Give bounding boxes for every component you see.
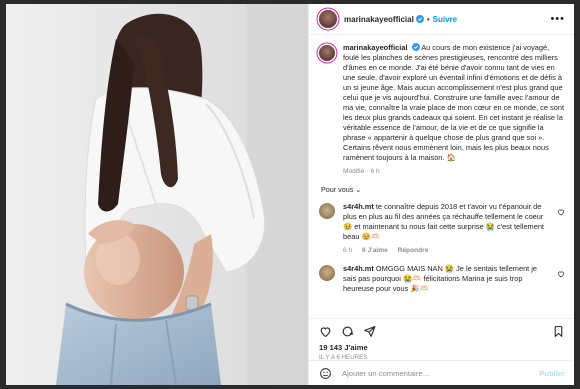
comments-scroll-area[interactable]: marinakayeofficial Au cours de mon exist… bbox=[309, 35, 574, 318]
publish-button[interactable]: Publier bbox=[539, 369, 565, 378]
heart-icon[interactable] bbox=[319, 325, 332, 338]
caption-text: Au cours de mon existence j'ai voyagé, f… bbox=[343, 43, 565, 162]
instagram-post-modal: marinakayeofficial • Suivre ••• marinaka… bbox=[6, 4, 574, 385]
for-you-toggle[interactable]: Pour vous ⌄ bbox=[309, 177, 574, 194]
comment-age: 6 h bbox=[343, 247, 353, 254]
comment-likes[interactable]: 6 J'aime bbox=[362, 247, 388, 254]
comment-body: s4r4h.mt OMGGG MAIS NAN 😭 Je le sentais … bbox=[343, 264, 551, 294]
share-icon[interactable] bbox=[363, 325, 376, 338]
post-details-panel: marinakayeofficial • Suivre ••• marinaka… bbox=[308, 4, 574, 385]
follow-button[interactable]: Suivre bbox=[433, 15, 457, 24]
bookmark-icon[interactable] bbox=[552, 325, 565, 338]
comment-body: s4r4h.mt te connaître depuis 2018 et t'a… bbox=[343, 202, 551, 256]
caption-meta: Modifié · 6 h bbox=[343, 167, 565, 177]
caption-body: marinakayeofficial Au cours de mon exist… bbox=[343, 43, 565, 177]
caption-username[interactable]: marinakayeofficial bbox=[343, 43, 408, 52]
post-photo bbox=[6, 4, 308, 385]
pregnancy-photo-illustration bbox=[6, 4, 308, 385]
chevron-down-icon: ⌄ bbox=[355, 185, 362, 194]
caption-author-avatar[interactable] bbox=[319, 45, 335, 61]
likes-count[interactable]: 19 143 J'aime bbox=[319, 343, 565, 352]
for-you-label: Pour vous bbox=[321, 185, 354, 194]
more-options-icon[interactable]: ••• bbox=[550, 13, 565, 25]
edited-dot: · bbox=[366, 168, 369, 175]
edited-age: 6 h bbox=[370, 168, 380, 175]
verified-badge-icon bbox=[411, 43, 420, 51]
commenter-avatar[interactable] bbox=[319, 203, 335, 219]
comment-input[interactable] bbox=[340, 367, 540, 379]
comment-text: te connaître depuis 2018 et t'avoir vu t… bbox=[343, 202, 544, 241]
emoji-icon[interactable] bbox=[319, 367, 332, 380]
post-actions: 19 143 J'aime IL Y A 6 HEURES bbox=[309, 318, 574, 361]
post-header: marinakayeofficial • Suivre ••• bbox=[309, 4, 574, 35]
header-separator: • bbox=[426, 14, 430, 24]
like-comment-heart-icon[interactable] bbox=[557, 208, 565, 216]
comment-icon[interactable] bbox=[341, 325, 354, 338]
author-avatar[interactable] bbox=[319, 10, 337, 28]
comment-item: s4r4h.mt te connaître depuis 2018 et t'a… bbox=[309, 194, 574, 256]
action-icons bbox=[319, 325, 565, 338]
like-comment-heart-icon[interactable] bbox=[557, 270, 565, 278]
comment-item: s4r4h.mt OMGGG MAIS NAN 😭 Je le sentais … bbox=[309, 256, 574, 294]
comment-meta: 6 h 6 J'aime Répondre bbox=[343, 246, 551, 256]
caption-row: marinakayeofficial Au cours de mon exist… bbox=[309, 35, 574, 177]
commenter-username[interactable]: s4r4h.mt bbox=[343, 202, 374, 211]
commenter-username[interactable]: s4r4h.mt bbox=[343, 264, 374, 273]
verified-badge-icon bbox=[415, 15, 424, 23]
author-username[interactable]: marinakayeofficial bbox=[344, 15, 414, 24]
reply-button[interactable]: Répondre bbox=[398, 247, 429, 254]
add-comment-bar: Publier bbox=[309, 360, 574, 385]
commenter-avatar[interactable] bbox=[319, 265, 335, 281]
edited-label: Modifié bbox=[343, 168, 365, 175]
